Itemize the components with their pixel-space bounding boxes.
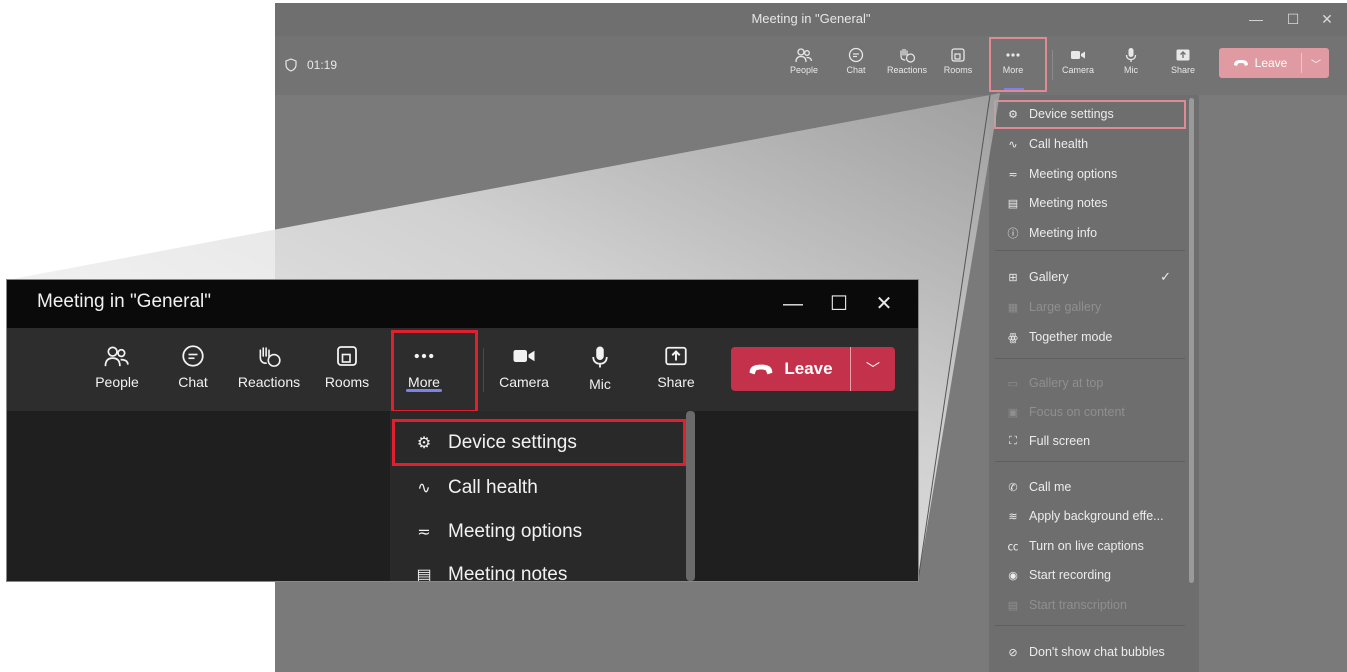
zoomed-inset: Meeting in "General" — ☐ ✕ People Chat R… — [7, 280, 918, 581]
inset-close-button[interactable]: ✕ — [867, 288, 901, 320]
inset-camera-button[interactable]: Camera — [492, 340, 556, 402]
inset-more-menu: ⚙ Device settings ∿ Call health ≂ Meeting o… — [390, 411, 695, 581]
inset-device-settings-highlight — [392, 419, 686, 466]
people-icon — [104, 346, 129, 367]
inset-people-button[interactable]: People — [85, 340, 149, 402]
inset-reactions-button[interactable]: Reactions — [237, 340, 301, 402]
inset-leave-options-button[interactable]: ﹀ — [851, 347, 895, 391]
menu-item-label: Meeting notes — [448, 564, 568, 581]
inset-menu-item-call-health[interactable]: ∿ Call health — [390, 468, 682, 508]
inset-menu-item-meeting-notes[interactable]: ▤ Meeting notes — [390, 555, 682, 581]
toolbar-divider — [483, 348, 484, 392]
people-label: People — [95, 374, 139, 390]
inset-menu-scrollbar[interactable] — [686, 411, 695, 581]
pulse-icon: ∿ — [417, 480, 431, 497]
microphone-icon — [592, 346, 608, 368]
inset-mic-button[interactable]: Mic — [568, 340, 632, 402]
chat-icon — [182, 345, 204, 367]
leave-label: Leave — [784, 359, 833, 378]
chat-label: Chat — [178, 374, 208, 390]
notes-icon: ▤ — [416, 567, 432, 581]
inset-rooms-button[interactable]: Rooms — [315, 340, 379, 402]
inset-share-button[interactable]: Share — [644, 340, 708, 402]
inset-window-title: Meeting in "General" — [37, 291, 212, 312]
sliders-icon: ≂ — [417, 524, 431, 541]
hang-up-icon — [750, 364, 773, 374]
raise-hand-icon — [259, 347, 281, 367]
camera-icon — [513, 350, 535, 362]
inset-meeting-toolbar: People Chat Reactions Rooms More Camera … — [7, 328, 918, 413]
inset-leave-button-group: Leave ﹀ — [731, 347, 895, 391]
share-label: Share — [657, 374, 695, 390]
camera-label: Camera — [499, 374, 549, 390]
inset-more-highlight — [391, 330, 478, 413]
inset-title-bar: Meeting in "General" — ☐ ✕ — [7, 280, 918, 328]
inset-maximize-button[interactable]: ☐ — [822, 288, 856, 320]
inset-leave-button[interactable]: Leave — [731, 347, 850, 391]
rooms-label: Rooms — [324, 374, 370, 390]
inset-minimize-button[interactable]: — — [776, 288, 810, 320]
rooms-icon — [337, 346, 357, 366]
share-icon — [665, 346, 687, 366]
menu-item-label: Call health — [448, 477, 538, 498]
inset-menu-item-meeting-options[interactable]: ≂ Meeting options — [390, 512, 682, 552]
menu-item-label: Meeting options — [448, 521, 583, 542]
inset-chat-button[interactable]: Chat — [161, 340, 225, 402]
reactions-label: Reactions — [237, 374, 301, 390]
mic-label: Mic — [589, 376, 611, 392]
